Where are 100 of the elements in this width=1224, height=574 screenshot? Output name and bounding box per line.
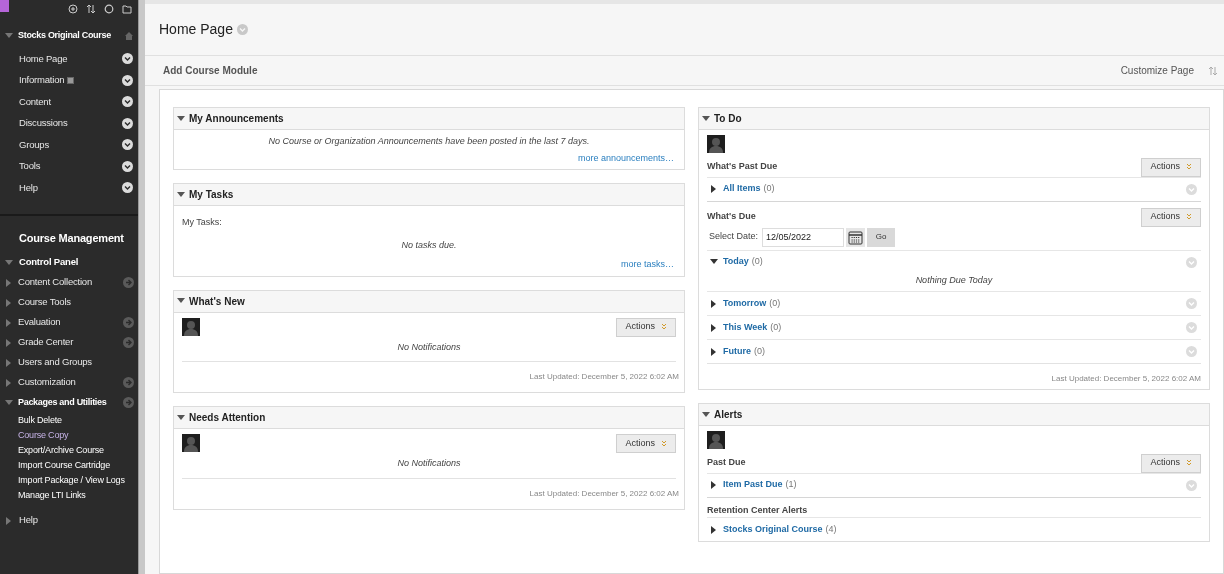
- course-menu-title[interactable]: Stocks Original Course: [18, 29, 111, 43]
- module-title[interactable]: What's New: [189, 293, 245, 309]
- collapsed-triangle-icon[interactable]: [710, 299, 718, 308]
- control-panel-item[interactable]: Content Collection: [18, 275, 93, 290]
- expanded-triangle-icon[interactable]: [177, 297, 185, 305]
- module-title[interactable]: To Do: [714, 111, 742, 126]
- add-course-module-button[interactable]: Add Course Module: [163, 63, 258, 78]
- go-button[interactable]: Go: [867, 227, 896, 247]
- last-updated: Last Updated: December 5, 2022 6:02 AM: [528, 487, 679, 500]
- module-title[interactable]: Needs Attention: [189, 410, 266, 425]
- item-count: (0): [754, 344, 765, 358]
- empty-message: No Notifications: [182, 457, 676, 479]
- customize-page-button[interactable]: Customize Page: [1120, 63, 1194, 78]
- avatar-icon: [707, 431, 725, 449]
- tasks-label: My Tasks:: [182, 216, 223, 229]
- home-icon[interactable]: [124, 31, 134, 41]
- actions-button[interactable]: Actions: [1141, 453, 1201, 473]
- more-link[interactable]: more announcements…: [577, 152, 674, 163]
- expanded-triangle-icon[interactable]: [702, 410, 710, 419]
- course-menu-item[interactable]: Tools: [19, 159, 41, 174]
- chevron-circle-icon[interactable]: [122, 74, 133, 86]
- avatar-icon: [182, 434, 200, 452]
- chevron-circle-icon[interactable]: [122, 139, 133, 151]
- more-link[interactable]: more tasks…: [621, 259, 674, 269]
- expanded-triangle-icon[interactable]: [177, 413, 185, 422]
- item-count: (0): [763, 182, 775, 196]
- item-count: (1): [785, 478, 797, 492]
- group-link[interactable]: Tomorrow: [723, 296, 767, 311]
- item-count: (0): [769, 296, 781, 310]
- course-menu-item[interactable]: Groups: [19, 137, 49, 152]
- chevron-circle-icon[interactable]: [122, 117, 133, 129]
- section-heading: What's Due: [707, 210, 756, 224]
- item-count: (0): [751, 255, 763, 269]
- collapsed-triangle-icon[interactable]: [710, 323, 718, 332]
- utility-link[interactable]: Manage LTI Links: [18, 487, 86, 503]
- last-updated: Last Updated: December 5, 2022 6:02 AM: [707, 363, 1201, 389]
- module-title[interactable]: My Announcements: [189, 111, 284, 126]
- double-chevron-icon: [661, 324, 667, 330]
- section-heading: What's Past Due: [707, 160, 778, 174]
- expanded-triangle-icon[interactable]: [177, 190, 185, 199]
- group-link[interactable]: Stocks Original Course: [723, 522, 823, 537]
- control-panel-title[interactable]: Control Panel: [19, 255, 79, 270]
- course-menu-item[interactable]: Content: [19, 94, 51, 109]
- date-field[interactable]: 12/05/2022: [762, 227, 845, 247]
- collapsed-triangle-icon[interactable]: [710, 347, 718, 356]
- item-count: (4): [825, 522, 837, 536]
- double-chevron-icon: [1186, 164, 1192, 170]
- chevron-circle-icon[interactable]: [122, 160, 133, 172]
- control-panel-item[interactable]: Grade Center: [18, 335, 74, 350]
- module-title[interactable]: My Tasks: [189, 187, 234, 202]
- course-menu-item[interactable]: Help: [19, 180, 38, 195]
- control-panel-item[interactable]: Customization: [18, 375, 76, 390]
- group-link[interactable]: Item Past Due: [723, 478, 783, 492]
- actions-button[interactable]: Actions: [616, 317, 676, 337]
- utility-link[interactable]: Bulk Delete: [18, 412, 62, 428]
- section-heading: Course Management: [18, 230, 125, 246]
- chevron-circle-icon[interactable]: [122, 53, 133, 65]
- last-updated: Last Updated: December 5, 2022 6:02 AM: [528, 371, 679, 383]
- group-link[interactable]: Future: [723, 344, 751, 359]
- double-chevron-icon: [1186, 460, 1192, 466]
- course-menu-item[interactable]: Information: [19, 73, 65, 88]
- scrollbar[interactable]: [138, 0, 145, 574]
- course-menu-item[interactable]: Discussions: [19, 116, 68, 131]
- control-panel-item[interactable]: Packages and Utilities: [18, 395, 107, 410]
- course-menu-item[interactable]: Home Page: [19, 51, 68, 66]
- calendar-icon[interactable]: [846, 227, 866, 247]
- control-panel-item[interactable]: Course Tools: [18, 295, 71, 310]
- collapsed-triangle-icon[interactable]: [710, 481, 718, 489]
- empty-message: No Notifications: [182, 340, 676, 362]
- collapsed-triangle-icon[interactable]: [710, 185, 718, 193]
- folder-icon[interactable]: [122, 3, 132, 14]
- utility-link[interactable]: Course Copy: [18, 427, 69, 443]
- module-title[interactable]: Alerts: [714, 407, 743, 422]
- empty-message: No tasks due.: [400, 238, 458, 252]
- control-panel-item[interactable]: Evaluation: [18, 315, 61, 330]
- chevron-circle-icon[interactable]: [122, 96, 133, 108]
- expanded-triangle-icon[interactable]: [702, 114, 710, 123]
- group-link[interactable]: Today: [723, 255, 749, 269]
- help-link[interactable]: Help: [19, 513, 38, 528]
- sort-icon[interactable]: [86, 3, 96, 14]
- section-heading: Past Due: [707, 456, 746, 470]
- utility-link[interactable]: Import Package / View Logs: [18, 472, 125, 488]
- item-count: (0): [770, 320, 782, 334]
- actions-button[interactable]: Actions: [616, 434, 676, 453]
- group-link[interactable]: This Week: [723, 320, 768, 335]
- expanded-triangle-icon[interactable]: [710, 258, 718, 266]
- chevron-circle-icon[interactable]: [122, 182, 133, 194]
- page-title: Home Page: [159, 20, 233, 39]
- empty-message: Nothing Due Today: [914, 273, 994, 287]
- add-icon[interactable]: [68, 3, 78, 14]
- control-panel-item[interactable]: Users and Groups: [18, 355, 92, 370]
- double-chevron-icon: [1186, 214, 1192, 220]
- expanded-triangle-icon[interactable]: [177, 114, 185, 123]
- actions-button[interactable]: Actions: [1141, 207, 1201, 227]
- group-link[interactable]: All Items: [723, 182, 761, 196]
- utility-link[interactable]: Import Course Cartridge: [18, 457, 110, 473]
- utility-link[interactable]: Export/Archive Course: [18, 442, 104, 458]
- section-heading: Retention Center Alerts: [707, 503, 808, 517]
- actions-button[interactable]: Actions: [1141, 157, 1201, 177]
- collapsed-triangle-icon[interactable]: [710, 525, 718, 534]
